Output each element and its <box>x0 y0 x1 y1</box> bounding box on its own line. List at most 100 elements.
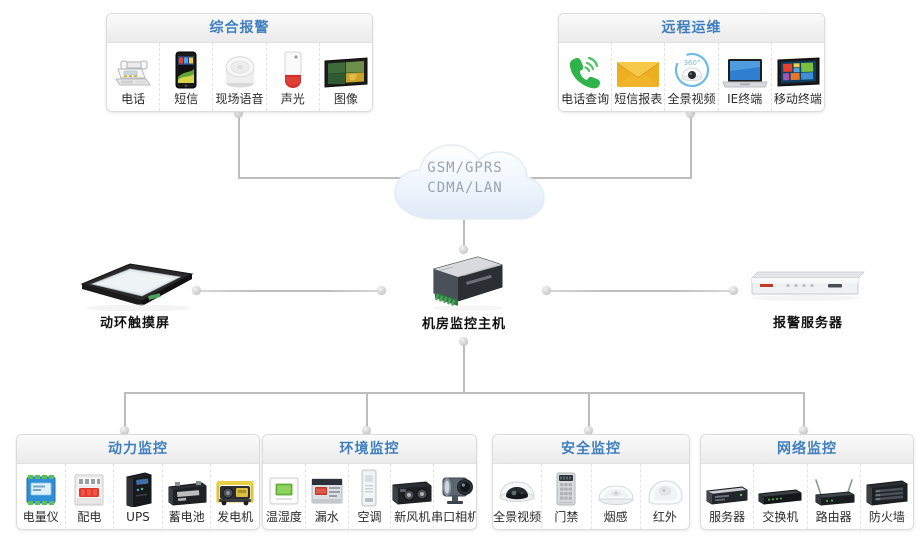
network-cloud: GSM/GPRS CDMA/LAN <box>381 133 549 223</box>
item-label: UPS <box>126 510 150 524</box>
node-touch-panel[interactable]: 动环触摸屏 <box>60 256 210 331</box>
connector-left-vertical <box>238 113 240 179</box>
svg-text:360°: 360° <box>683 59 700 67</box>
item-access-control[interactable]: 门禁 <box>541 464 590 529</box>
bus-drop-3 <box>588 392 590 430</box>
item-label: 全景视频 <box>493 510 542 524</box>
item-label: 短信 <box>174 92 199 106</box>
item-label: 声光 <box>280 92 305 106</box>
item-panoramic-video-security[interactable]: 全景视频 <box>493 464 541 529</box>
dome-camera-icon <box>495 470 539 507</box>
item-label: 移动终端 <box>773 92 822 106</box>
item-ups[interactable]: UPS <box>113 464 162 529</box>
item-site-voice[interactable]: 现场语音 <box>212 43 265 111</box>
ringing-phone-icon <box>567 49 603 89</box>
connector-dot-host-left <box>377 286 386 295</box>
item-label: 串口相机 <box>431 510 477 524</box>
monitoring-host-icon <box>392 253 536 311</box>
item-label: 电话查询 <box>561 92 610 106</box>
item-label: 门禁 <box>554 510 579 524</box>
item-label: 交换机 <box>762 510 799 524</box>
serial-camera-icon <box>435 470 475 507</box>
item-label: 路由器 <box>815 510 852 524</box>
item-label: 现场语音 <box>215 92 264 106</box>
panel-title-environment-monitoring: 环境监控 <box>263 435 476 464</box>
panel-comprehensive-alarm[interactable]: 综合报警 电话 短信 现场语音 声光 图像 <box>106 13 373 112</box>
connector-dot-host-bottom <box>459 337 468 346</box>
bus-drop-2 <box>366 392 368 430</box>
switch-icon <box>756 470 804 507</box>
panel-title-security-monitoring: 安全监控 <box>493 435 689 464</box>
access-control-keypad-icon <box>553 470 579 507</box>
item-label: 新风机 <box>394 510 431 524</box>
panoramic-camera-360-icon: 360° <box>672 49 712 89</box>
item-label: 空调 <box>357 510 382 524</box>
panel-title-power-monitoring: 动力监控 <box>17 435 259 464</box>
item-label: 服务器 <box>709 510 746 524</box>
item-power-meter[interactable]: 电量仪 <box>17 464 65 529</box>
connector-host-to-server <box>546 290 732 292</box>
item-label: 漏水 <box>314 510 339 524</box>
item-panoramic-video[interactable]: 360° 全景视频 <box>664 43 717 111</box>
video-wall-icon <box>323 49 369 89</box>
node-monitoring-host[interactable]: 机房监控主机 <box>392 253 536 332</box>
item-router[interactable]: 路由器 <box>806 464 860 529</box>
node-label-touch-panel: 动环触摸屏 <box>99 316 170 331</box>
ups-icon <box>123 470 153 507</box>
item-water-leak[interactable]: 漏水 <box>304 464 348 529</box>
topology-diagram: GSM/GPRS CDMA/LAN 综合报警 电话 短信 现场语音 声光 图像 … <box>0 0 921 537</box>
router-icon <box>811 470 857 507</box>
bus-drop-4 <box>803 392 805 430</box>
item-label: 温湿度 <box>265 510 302 524</box>
connector-dot-host-right <box>542 286 551 295</box>
item-sms[interactable]: 短信 <box>159 43 212 111</box>
item-air-conditioner[interactable]: 空调 <box>347 464 391 529</box>
laptop-icon <box>721 49 768 89</box>
item-serial-camera[interactable]: 串口相机 <box>431 464 477 529</box>
distribution-bus <box>124 392 804 394</box>
item-image[interactable]: 图像 <box>318 43 372 111</box>
item-sms-report[interactable]: 短信报表 <box>611 43 664 111</box>
item-label: 图像 <box>333 92 358 106</box>
item-phone-query[interactable]: 电话查询 <box>559 43 611 111</box>
item-fresh-air-unit[interactable]: 新风机 <box>390 464 433 529</box>
cloud-line-1: GSM/GPRS <box>427 160 503 176</box>
item-mobile-terminal[interactable]: 移动终端 <box>770 43 824 111</box>
firewall-icon <box>864 470 910 507</box>
item-label: 短信报表 <box>614 92 663 106</box>
connector-right-vertical <box>690 113 692 179</box>
water-leak-controller-icon <box>309 470 345 507</box>
node-alarm-server[interactable]: 报警服务器 <box>733 262 883 331</box>
breaker-icon <box>71 470 107 507</box>
power-meter-icon <box>23 470 59 507</box>
item-firewall[interactable]: 防火墙 <box>859 464 913 529</box>
item-battery[interactable]: 蓄电池 <box>161 464 211 529</box>
item-sound-light[interactable]: 声光 <box>265 43 319 111</box>
item-temp-humidity[interactable]: 温湿度 <box>263 464 305 529</box>
item-server[interactable]: 服务器 <box>701 464 753 529</box>
alarm-server-icon <box>733 262 883 308</box>
item-smoke-detector[interactable]: 烟感 <box>590 464 640 529</box>
item-switch[interactable]: 交换机 <box>753 464 806 529</box>
touch-panel-icon <box>60 256 210 312</box>
item-ie-terminal[interactable]: IE终端 <box>717 43 771 111</box>
panel-network-monitoring[interactable]: 网络监控 服务器 交换机 路由器 防火墙 <box>700 434 914 530</box>
item-label: 蓄电池 <box>168 510 205 524</box>
ceiling-speaker-icon <box>221 49 259 89</box>
item-label: 配电 <box>77 510 102 524</box>
item-label: 发电机 <box>217 510 254 524</box>
panel-power-monitoring[interactable]: 动力监控 电量仪 配电 UPS 蓄电池 发电机 <box>16 434 260 530</box>
panel-security-monitoring[interactable]: 安全监控 全景视频 门禁 烟感 红外 <box>492 434 690 530</box>
cloud-text: GSM/GPRS CDMA/LAN <box>381 133 549 225</box>
panel-environment-monitoring[interactable]: 环境监控 温湿度 漏水 空调 新风机 串口相机 <box>262 434 477 530</box>
connector-host-to-touchpanel <box>196 290 384 292</box>
item-generator[interactable]: 发电机 <box>210 464 259 529</box>
generator-icon <box>214 470 256 507</box>
item-infrared-detector[interactable]: 红外 <box>639 464 689 529</box>
item-label: 电量仪 <box>22 510 59 524</box>
panel-remote-maintenance[interactable]: 远程运维 电话查询 短信报表 360° 全景视频 IE终端 移动终端 <box>558 13 825 112</box>
battery-icon <box>166 470 208 507</box>
item-telephone[interactable]: 电话 <box>107 43 159 111</box>
item-distribution[interactable]: 配电 <box>64 464 114 529</box>
item-label: 电话 <box>121 92 146 106</box>
